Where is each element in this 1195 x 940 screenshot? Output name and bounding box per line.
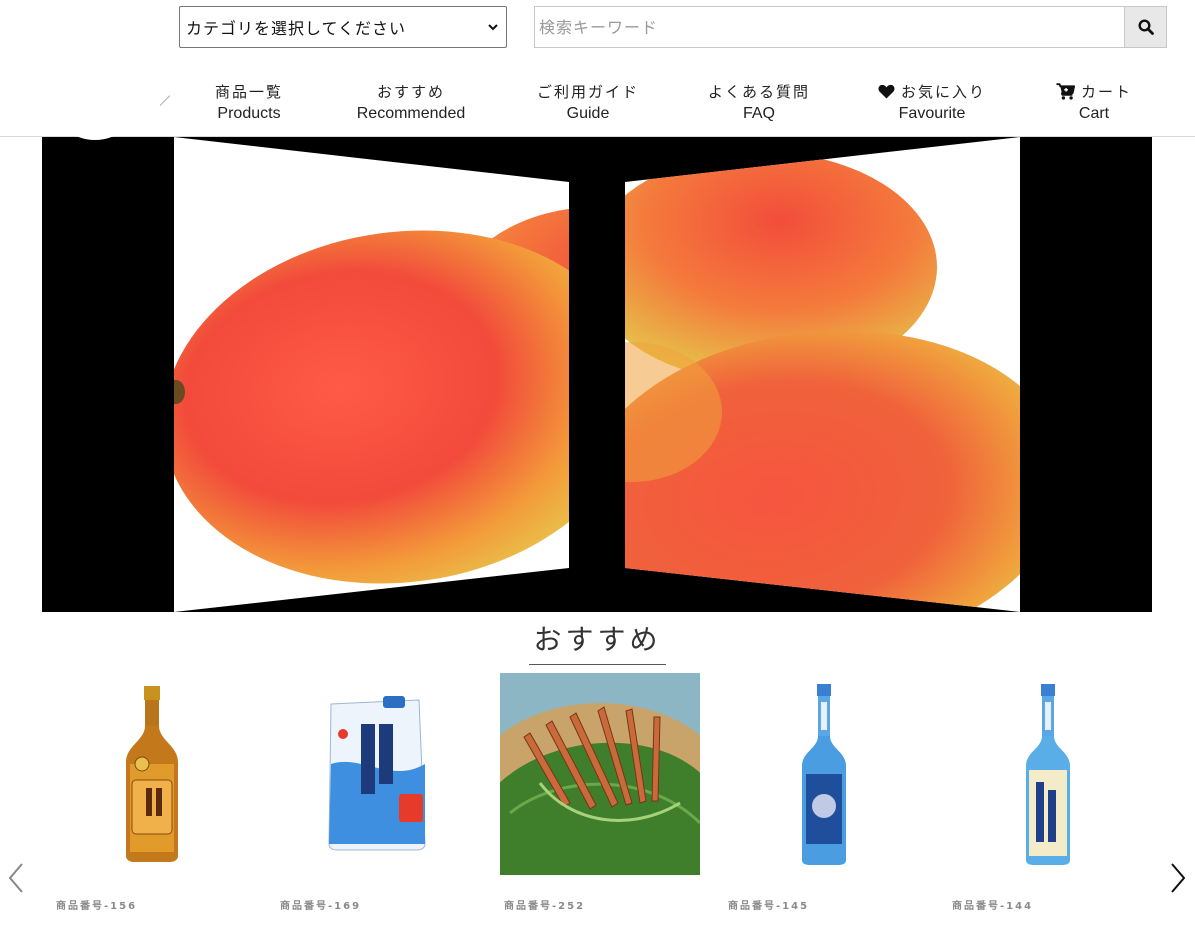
blue-bottle-image: [802, 683, 846, 865]
nav-label-jp: おすすめ: [376, 82, 445, 101]
blue-bottle-label-image: [1026, 683, 1070, 865]
product-image[interactable]: [948, 673, 1148, 875]
nav-item-recommended-jp: おすすめ: [357, 80, 466, 102]
chevron-right-icon[interactable]: [1164, 861, 1190, 895]
hero-right-panel: [625, 137, 1020, 612]
search-input[interactable]: [535, 7, 1124, 47]
recommended-heading: おすすめ: [0, 618, 1195, 665]
product-code: 商品番号-145: [728, 901, 810, 912]
category-select[interactable]: カテゴリを選択してください: [179, 6, 507, 48]
nav-label-en: Recommended: [356, 105, 466, 122]
shrimp-photo-image: [500, 673, 700, 875]
main-nav: 商品一覧 Products おすすめ Recommended ご利用ガイド Gu…: [0, 80, 1195, 130]
site-header: カテゴリを選択してください 商品一覧 Products おすすめ Recomme…: [0, 0, 1195, 140]
nav-item-cart-jp: カート: [1056, 80, 1132, 102]
product-code: 商品番号-252: [504, 901, 586, 912]
chevron-down-icon: [488, 24, 498, 31]
nav-item-products[interactable]: 商品一覧 Products: [215, 80, 283, 125]
nav-label-en: Favourite: [898, 105, 966, 122]
nav-label-en: FAQ: [742, 105, 776, 122]
nav-item-products-jp: 商品一覧: [215, 80, 283, 102]
heart-icon: [878, 84, 895, 98]
cart-icon: [1056, 82, 1075, 100]
product-image[interactable]: [724, 673, 924, 875]
pouch-image: [328, 696, 426, 851]
chevron-left-icon[interactable]: [4, 861, 30, 895]
nav-item-guide[interactable]: ご利用ガイド Guide: [537, 80, 639, 125]
product-code: 商品番号-169: [280, 901, 362, 912]
nav-label-jp: 商品一覧: [214, 82, 284, 101]
nav-item-faq-jp: よくある質問: [708, 80, 810, 102]
product-card[interactable]: 商品番号-145: [724, 673, 924, 912]
product-image[interactable]: [276, 673, 476, 875]
product-card[interactable]: 商品番号-144: [948, 673, 1148, 912]
product-code: 商品番号-156: [56, 901, 138, 912]
nav-label-jp: よくある質問: [707, 82, 811, 101]
search-button[interactable]: [1124, 7, 1166, 47]
search-box: [534, 6, 1167, 48]
nav-item-cart[interactable]: カート Cart: [1056, 80, 1132, 125]
hero-slider[interactable]: [42, 137, 1152, 612]
category-select-value: カテゴリを選択してください: [186, 19, 407, 38]
recommended-carousel: 商品番号-156 商品番号-169 商品番号-252 商品番号-145 商品番号…: [0, 673, 1195, 933]
nav-item-favourite[interactable]: お気に入り Favourite: [878, 80, 986, 125]
nav-item-favourite-jp: お気に入り: [878, 80, 986, 102]
product-card[interactable]: 商品番号-169: [276, 673, 476, 912]
page: カテゴリを選択してください 商品一覧 Products おすすめ Recomme…: [0, 0, 1195, 940]
nav-label-jp: お気に入り: [900, 82, 987, 101]
product-image[interactable]: [500, 673, 700, 875]
amber-bottle-image: [126, 686, 178, 862]
recommended-title: おすすめ: [529, 618, 666, 665]
search-icon: [1137, 19, 1154, 35]
nav-item-guide-jp: ご利用ガイド: [537, 80, 639, 102]
product-code: 商品番号-144: [952, 901, 1034, 912]
product-image[interactable]: [52, 673, 252, 875]
product-card[interactable]: 商品番号-252: [500, 673, 700, 912]
product-card[interactable]: 商品番号-156: [52, 673, 252, 912]
nav-label-en: Guide: [566, 105, 610, 122]
hero-mango-image: [174, 137, 1020, 612]
nav-item-faq[interactable]: よくある質問 FAQ: [708, 80, 810, 125]
nav-item-recommended[interactable]: おすすめ Recommended: [357, 80, 466, 125]
nav-label-en: Products: [217, 105, 281, 122]
nav-label-jp: カート: [1080, 82, 1133, 101]
nav-label-en: Cart: [1078, 105, 1110, 122]
nav-label-jp: ご利用ガイド: [536, 82, 640, 101]
